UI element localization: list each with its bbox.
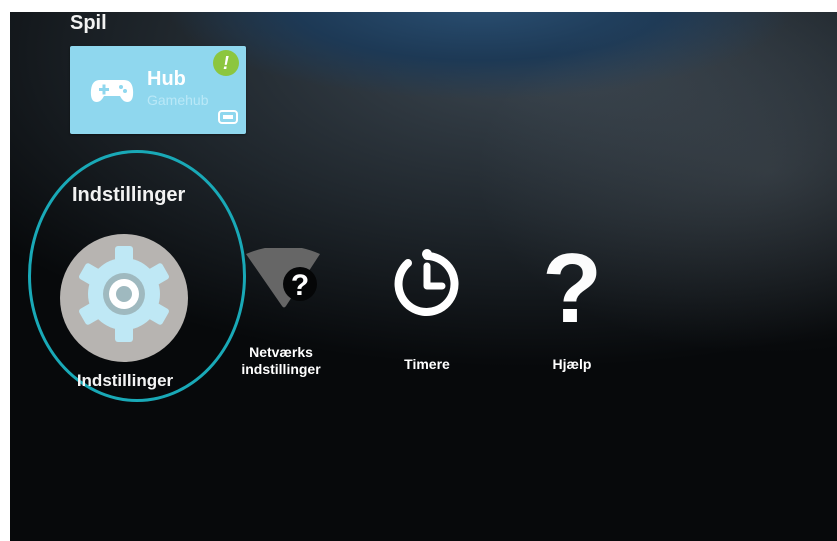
section-title-games: Spil — [70, 12, 107, 34]
hub-tile-title: Hub — [147, 68, 186, 90]
tv-home-screen: Spil Hub Gamehub ! Indstillinger Indstil… — [10, 12, 837, 541]
svg-text:?: ? — [542, 240, 602, 330]
help-item-label: Hjælp — [552, 356, 592, 372]
wifi-question-icon: ? — [244, 246, 324, 315]
settings-item-network[interactable]: ? Netværks indstillinger — [236, 246, 326, 408]
timer-icon — [388, 246, 466, 329]
settings-item-timers[interactable]: Timere — [382, 246, 472, 406]
svg-text:?: ? — [291, 269, 309, 302]
settings-item-help[interactable]: ? Hjælp — [537, 233, 607, 400]
settings-item-settings[interactable]: Indstillinger — [60, 234, 190, 404]
hub-tile-subtitle: Gamehub — [147, 92, 209, 108]
hub-app-tile[interactable]: Hub Gamehub ! — [70, 46, 246, 134]
network-item-label: Netværks indstillinger — [241, 344, 321, 377]
gamepad-icon — [90, 76, 134, 109]
gear-icon — [60, 234, 188, 362]
alert-badge-icon: ! — [213, 50, 239, 76]
help-icon: ? — [539, 233, 605, 343]
timers-item-label: Timere — [404, 356, 450, 372]
media-device-icon — [218, 110, 238, 129]
settings-item-label: Indstillinger — [76, 371, 174, 390]
